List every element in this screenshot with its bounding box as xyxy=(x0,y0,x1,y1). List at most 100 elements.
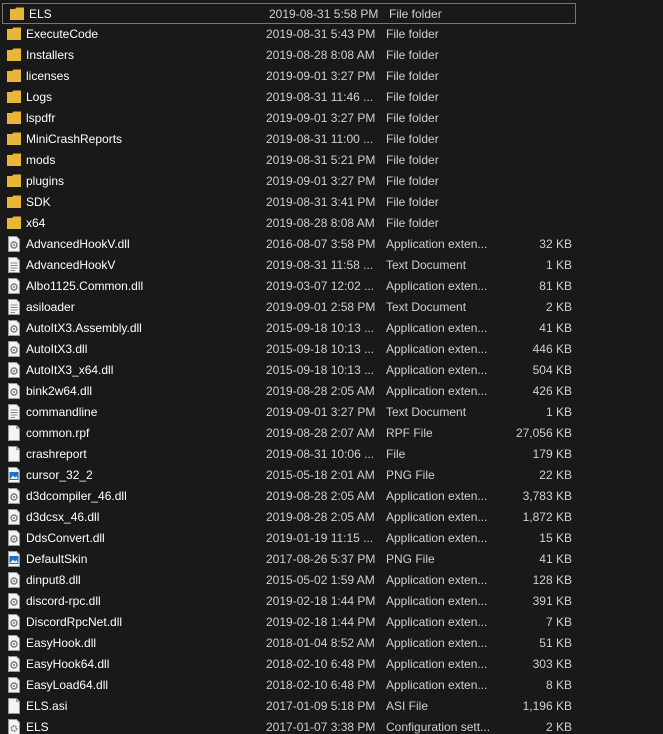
file-name: EasyHook.dll xyxy=(26,636,97,650)
file-row[interactable]: dinput8.dll 2015-05-02 1:59 AM Applicati… xyxy=(0,570,663,591)
file-type: Text Document xyxy=(386,405,467,419)
file-name: crashreport xyxy=(26,447,87,461)
file-name: ELS.asi xyxy=(26,699,68,713)
file-row[interactable]: Logs 2019-08-31 11:46 ... File folder xyxy=(0,87,663,108)
file-list: ELS 2019-08-31 5:58 PM File folder Execu… xyxy=(0,0,663,734)
file-name: cursor_32_2 xyxy=(26,468,93,482)
file-name: EasyLoad64.dll xyxy=(26,678,109,692)
dll-file-icon xyxy=(8,341,20,357)
file-row[interactable]: d3dcompiler_46.dll 2019-08-28 2:05 AM Ap… xyxy=(0,486,663,507)
file-name: ELS xyxy=(29,7,52,21)
file-size: 51 KB xyxy=(539,636,572,650)
file-size: 81 KB xyxy=(539,279,572,293)
file-row[interactable]: DiscordRpcNet.dll 2019-02-18 1:44 PM App… xyxy=(0,612,663,633)
file-size: 7 KB xyxy=(545,615,572,629)
file-row[interactable]: AutoItX3.Assembly.dll 2015-09-18 10:13 .… xyxy=(0,318,663,339)
file-row[interactable]: lspdfr 2019-09-01 3:27 PM File folder xyxy=(0,108,663,129)
file-name: EasyHook64.dll xyxy=(26,657,110,671)
folder-icon xyxy=(7,216,21,229)
file-date-modified: 2019-09-01 3:27 PM xyxy=(266,405,376,419)
file-row[interactable]: common.rpf 2019-08-28 2:07 AM RPF File 2… xyxy=(0,423,663,444)
file-row[interactable]: d3dcsx_46.dll 2019-08-28 2:05 AM Applica… xyxy=(0,507,663,528)
file-row[interactable]: Albo1125.Common.dll 2019-03-07 12:02 ...… xyxy=(0,276,663,297)
folder-icon xyxy=(7,195,21,208)
file-name: commandline xyxy=(26,405,98,419)
dll-file-icon xyxy=(8,530,20,546)
file-size: 3,783 KB xyxy=(522,489,572,503)
file-row[interactable]: mods 2019-08-31 5:21 PM File folder xyxy=(0,150,663,171)
file-date-modified: 2019-08-28 2:05 AM xyxy=(266,489,375,503)
file-type: File folder xyxy=(386,90,439,104)
file-row[interactable]: DdsConvert.dll 2019-01-19 11:15 ... Appl… xyxy=(0,528,663,549)
file-size: 27,056 KB xyxy=(515,426,572,440)
file-date-modified: 2018-02-10 6:48 PM xyxy=(266,657,376,671)
file-date-modified: 2019-08-31 5:43 PM xyxy=(266,27,376,41)
file-date-modified: 2019-08-28 8:08 AM xyxy=(266,216,375,230)
file-type: Text Document xyxy=(386,258,467,272)
file-row[interactable]: AutoItX3_x64.dll 2015-09-18 10:13 ... Ap… xyxy=(0,360,663,381)
file-size: 303 KB xyxy=(532,657,572,671)
file-date-modified: 2019-08-31 11:46 ... xyxy=(266,90,374,104)
dll-file-icon xyxy=(8,236,20,252)
file-row[interactable]: bink2w64.dll 2019-08-28 2:05 AM Applicat… xyxy=(0,381,663,402)
file-size: 41 KB xyxy=(539,552,572,566)
file-row[interactable]: plugins 2019-09-01 3:27 PM File folder xyxy=(0,171,663,192)
file-type: Application exten... xyxy=(386,321,488,335)
file-row[interactable]: AutoItX3.dll 2015-09-18 10:13 ... Applic… xyxy=(0,339,663,360)
file-date-modified: 2019-08-28 2:05 AM xyxy=(266,384,375,398)
file-type: Application exten... xyxy=(386,615,488,629)
file-name: AdvancedHookV xyxy=(26,258,116,272)
dll-file-icon xyxy=(8,593,20,609)
file-row[interactable]: asiloader 2019-09-01 2:58 PM Text Docume… xyxy=(0,297,663,318)
file-date-modified: 2019-08-31 10:06 ... xyxy=(266,447,375,461)
file-date-modified: 2019-08-31 5:58 PM xyxy=(269,7,379,21)
file-name: common.rpf xyxy=(26,426,90,440)
file-date-modified: 2019-08-31 11:58 ... xyxy=(266,258,374,272)
file-name: AdvancedHookV.dll xyxy=(26,237,130,251)
folder-icon xyxy=(7,111,21,124)
file-date-modified: 2018-01-04 8:52 AM xyxy=(266,636,375,650)
file-type: File folder xyxy=(386,174,439,188)
file-date-modified: 2015-05-18 2:01 AM xyxy=(266,468,375,482)
file-row[interactable]: EasyHook64.dll 2018-02-10 6:48 PM Applic… xyxy=(0,654,663,675)
file-name: DiscordRpcNet.dll xyxy=(26,615,123,629)
file-row[interactable]: crashreport 2019-08-31 10:06 ... File 17… xyxy=(0,444,663,465)
file-date-modified: 2019-02-18 1:44 PM xyxy=(266,594,376,608)
file-row[interactable]: ELS.asi 2017-01-09 5:18 PM ASI File 1,19… xyxy=(0,696,663,717)
file-size: 391 KB xyxy=(532,594,572,608)
text-file-icon xyxy=(8,404,20,420)
dll-file-icon xyxy=(8,278,20,294)
file-name: lspdfr xyxy=(26,111,56,125)
file-type: File folder xyxy=(389,7,442,21)
file-row[interactable]: ExecuteCode 2019-08-31 5:43 PM File fold… xyxy=(0,24,663,45)
file-date-modified: 2017-01-09 5:18 PM xyxy=(266,699,376,713)
file-type: Application exten... xyxy=(386,342,488,356)
file-row[interactable]: commandline 2019-09-01 3:27 PM Text Docu… xyxy=(0,402,663,423)
file-row[interactable]: DefaultSkin 2017-08-26 5:37 PM PNG File … xyxy=(0,549,663,570)
file-name: AutoItX3_x64.dll xyxy=(26,363,114,377)
file-name: mods xyxy=(26,153,56,167)
file-row[interactable]: discord-rpc.dll 2019-02-18 1:44 PM Appli… xyxy=(0,591,663,612)
file-type: Application exten... xyxy=(386,237,488,251)
file-row[interactable]: licenses 2019-09-01 3:27 PM File folder xyxy=(0,66,663,87)
file-date-modified: 2019-08-31 11:00 ... xyxy=(266,132,374,146)
file-row[interactable]: Installers 2019-08-28 8:08 AM File folde… xyxy=(0,45,663,66)
file-row[interactable]: EasyHook.dll 2018-01-04 8:52 AM Applicat… xyxy=(0,633,663,654)
file-row[interactable]: cursor_32_2 2015-05-18 2:01 AM PNG File … xyxy=(0,465,663,486)
file-type: File folder xyxy=(386,132,439,146)
file-row[interactable]: MiniCrashReports 2019-08-31 11:00 ... Fi… xyxy=(0,129,663,150)
file-date-modified: 2015-09-18 10:13 ... xyxy=(266,342,375,356)
file-row[interactable]: x64 2019-08-28 8:08 AM File folder xyxy=(0,213,663,234)
file-row[interactable]: SDK 2019-08-31 3:41 PM File folder xyxy=(0,192,663,213)
file-name: bink2w64.dll xyxy=(26,384,93,398)
file-row[interactable]: EasyLoad64.dll 2018-02-10 6:48 PM Applic… xyxy=(0,675,663,696)
file-date-modified: 2018-02-10 6:48 PM xyxy=(266,678,376,692)
file-row[interactable]: AdvancedHookV 2019-08-31 11:58 ... Text … xyxy=(0,255,663,276)
image-file-icon xyxy=(8,551,20,567)
file-date-modified: 2019-09-01 3:27 PM xyxy=(266,111,376,125)
file-row[interactable]: AdvancedHookV.dll 2016-08-07 3:58 PM App… xyxy=(0,234,663,255)
file-row[interactable]: ELS 2019-08-31 5:58 PM File folder xyxy=(2,3,576,24)
file-name: asiloader xyxy=(26,300,75,314)
file-date-modified: 2019-08-28 2:05 AM xyxy=(266,510,375,524)
file-row[interactable]: ELS 2017-01-07 3:38 PM Configuration set… xyxy=(0,717,663,734)
